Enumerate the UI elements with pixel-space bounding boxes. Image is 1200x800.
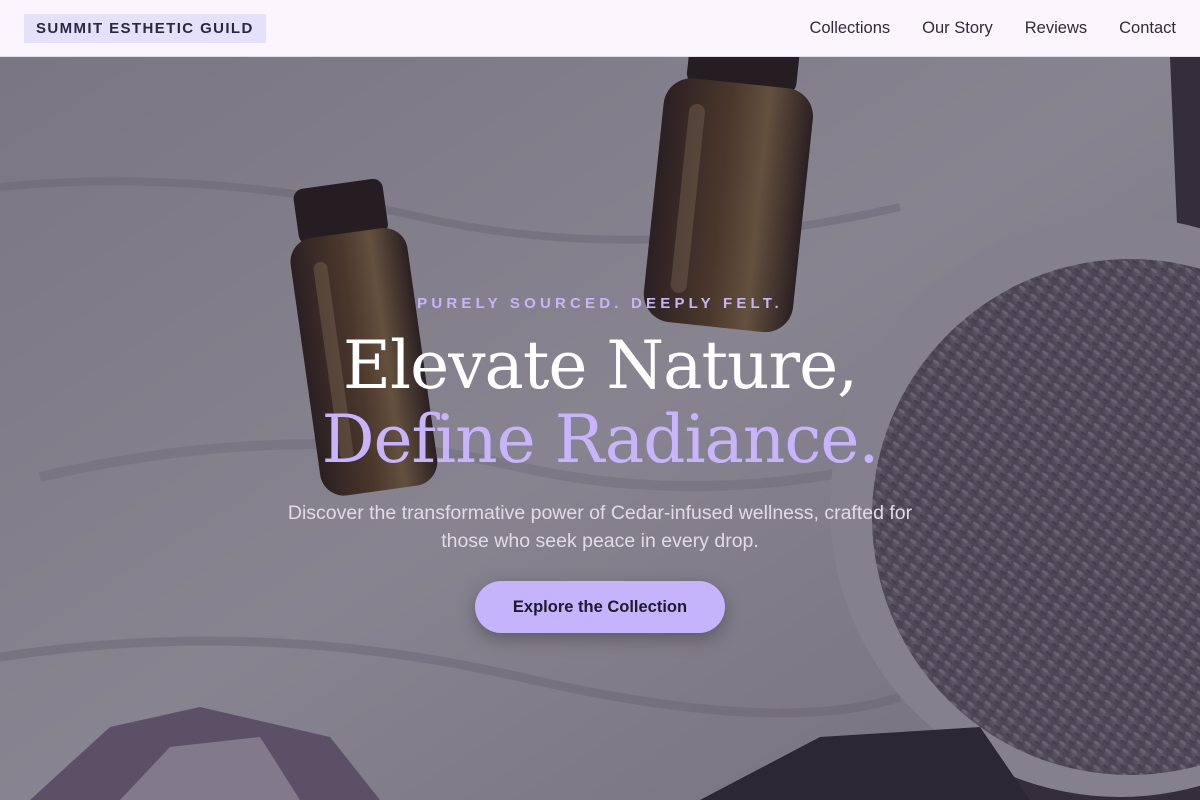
explore-collection-button[interactable]: Explore the Collection xyxy=(475,581,725,633)
site-header: SUMMIT ESTHETIC GUILD Collections Our St… xyxy=(0,0,1200,57)
nav-link-collections[interactable]: Collections xyxy=(809,19,890,38)
nav-link-reviews[interactable]: Reviews xyxy=(1025,19,1087,38)
hero-content: PURELY SOURCED. DEEPLY FELT. Elevate Nat… xyxy=(0,57,1200,800)
nav-link-our-story[interactable]: Our Story xyxy=(922,19,993,38)
brand-logo[interactable]: SUMMIT ESTHETIC GUILD xyxy=(24,13,266,43)
headline-line-2: Define Radiance. xyxy=(321,401,880,478)
hero-section: PURELY SOURCED. DEEPLY FELT. Elevate Nat… xyxy=(0,57,1200,800)
hero-eyebrow: PURELY SOURCED. DEEPLY FELT. xyxy=(417,295,783,312)
main-nav: Collections Our Story Reviews Contact xyxy=(809,19,1176,38)
hero-subtext: Discover the transformative power of Ced… xyxy=(287,502,913,552)
nav-link-contact[interactable]: Contact xyxy=(1119,19,1176,38)
hero-headline: Elevate Nature, Define Radiance. xyxy=(0,329,1200,477)
headline-line-1: Elevate Nature, xyxy=(342,327,858,404)
